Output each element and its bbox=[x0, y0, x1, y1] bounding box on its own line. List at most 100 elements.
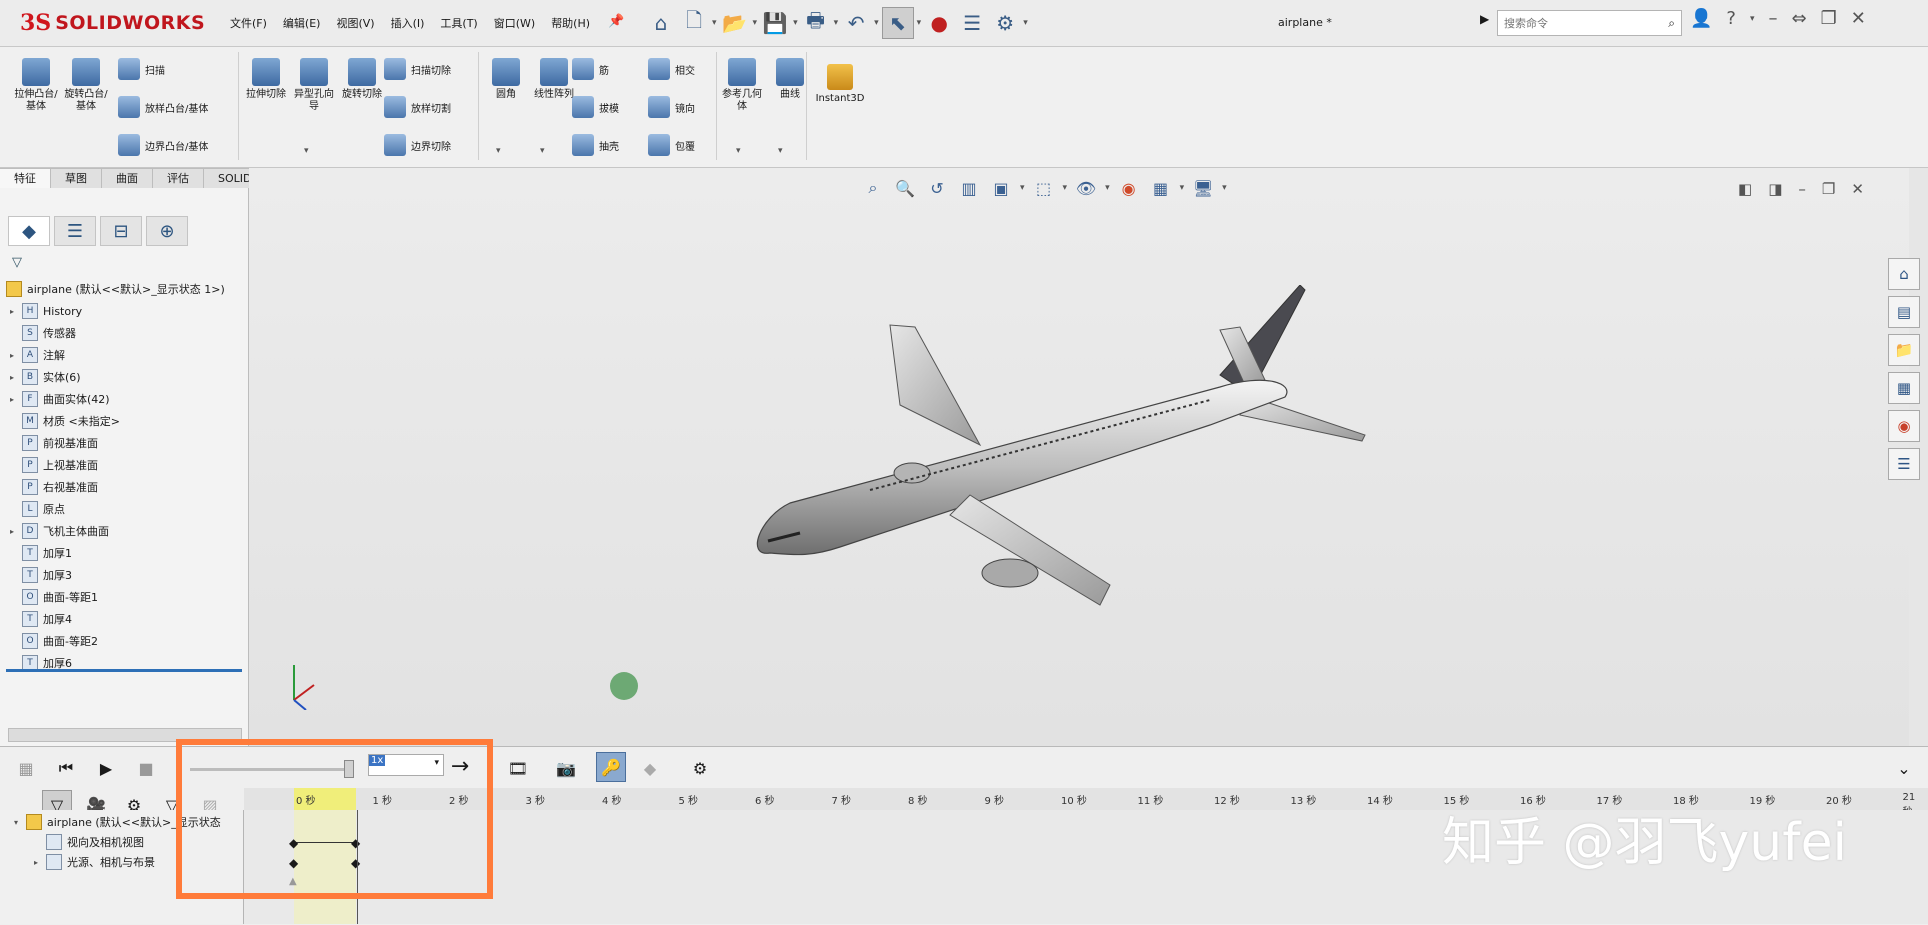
tree-item[interactable]: P上视基准面 bbox=[10, 455, 98, 475]
view-settings-icon[interactable]: 🖥 bbox=[1190, 176, 1216, 200]
chevron-down-icon[interactable]: ▾ bbox=[834, 18, 839, 28]
fillet-button[interactable]: 圆角 bbox=[482, 58, 530, 101]
edit-appearance-icon[interactable]: ◉ bbox=[1116, 176, 1142, 200]
loft-cut-button[interactable]: 放样切割 bbox=[384, 94, 451, 120]
tree-item[interactable]: P前视基准面 bbox=[10, 433, 98, 453]
expand-arrow-icon[interactable]: ▾ bbox=[14, 818, 26, 827]
sweep-cut-button[interactable]: 扫描切除 bbox=[384, 56, 451, 82]
tree-item[interactable]: ▸B实体(6) bbox=[10, 367, 81, 387]
chevron-down-icon[interactable]: ▾ bbox=[1750, 14, 1755, 24]
close-icon[interactable]: ✕ bbox=[1851, 8, 1866, 29]
file-properties-icon[interactable]: ☰ bbox=[957, 8, 987, 38]
tree-item[interactable]: ▸F曲面实体(42) bbox=[10, 389, 110, 409]
property-manager-tab-icon[interactable]: ☰ bbox=[54, 216, 96, 246]
tree-item[interactable]: T加厚1 bbox=[10, 543, 72, 563]
hole-wizard-button[interactable]: 异型孔向导 bbox=[290, 58, 338, 113]
motion-settings-gear-icon[interactable]: ⚙ bbox=[686, 754, 714, 782]
motion-tree-item[interactable]: ▸ 光源、相机与布景 bbox=[34, 852, 155, 872]
restore-viewport-icon[interactable]: ❐ bbox=[1822, 180, 1835, 198]
minimize-icon[interactable]: – bbox=[1769, 8, 1778, 29]
menu-view[interactable]: 视图(V) bbox=[336, 15, 374, 31]
undo-icon[interactable]: ↶ bbox=[841, 8, 871, 38]
zoom-to-fit-icon[interactable]: ⌕ bbox=[860, 176, 886, 200]
tree-item[interactable]: S传感器 bbox=[10, 323, 76, 343]
stop-icon[interactable]: ■ bbox=[132, 754, 160, 782]
previous-view-icon[interactable]: ↺ bbox=[924, 176, 950, 200]
tree-item[interactable]: P右视基准面 bbox=[10, 477, 98, 497]
appearances-icon[interactable]: ◉ bbox=[1888, 410, 1920, 442]
dynamic-annotation-icon[interactable]: ▣ bbox=[988, 176, 1014, 200]
menu-insert[interactable]: 插入(I) bbox=[391, 15, 425, 31]
add-key-icon[interactable]: ◆ bbox=[636, 754, 664, 782]
filter-icon[interactable]: ▽ bbox=[12, 255, 22, 270]
chevron-down-icon[interactable]: ▾ bbox=[1222, 183, 1227, 193]
autokey-icon[interactable]: 🔑 bbox=[596, 752, 626, 782]
restore-icon[interactable]: ❐ bbox=[1821, 8, 1837, 29]
menu-window[interactable]: 窗口(W) bbox=[494, 15, 535, 31]
tree-item[interactable]: T加厚4 bbox=[10, 609, 72, 629]
expand-arrow-icon[interactable]: ▸ bbox=[10, 395, 22, 404]
chevron-down-icon[interactable]: ▾ bbox=[1180, 183, 1185, 193]
extrude-cut-button[interactable]: 拉伸切除 bbox=[242, 58, 290, 113]
sweep-button[interactable]: 扫描 bbox=[118, 56, 208, 82]
section-view-icon[interactable]: ▥ bbox=[956, 176, 982, 200]
view-orientation-icon[interactable]: ⬚ bbox=[1031, 176, 1057, 200]
chevron-down-icon[interactable]: ▾ bbox=[778, 146, 783, 156]
menu-edit[interactable]: 编辑(E) bbox=[283, 15, 321, 31]
calculate-icon[interactable]: ▦ bbox=[12, 754, 40, 782]
custom-properties-icon[interactable]: ☰ bbox=[1888, 448, 1920, 480]
menu-file[interactable]: 文件(F) bbox=[230, 15, 267, 31]
search-command-box[interactable]: ⌕ bbox=[1497, 10, 1682, 36]
chevron-down-icon[interactable]: ▾ bbox=[736, 146, 741, 156]
help-icon[interactable]: ? bbox=[1726, 8, 1736, 29]
search-input[interactable] bbox=[1502, 16, 1656, 31]
expand-arrow-icon[interactable]: ▸ bbox=[10, 373, 22, 382]
linear-pattern-button[interactable]: 线性阵列 bbox=[530, 58, 578, 101]
play-from-start-icon[interactable]: ⏮ bbox=[52, 754, 80, 782]
tree-item[interactable]: ▸A注解 bbox=[10, 345, 65, 365]
chevron-down-icon[interactable]: ▾ bbox=[496, 146, 501, 156]
revolve-boss-button[interactable]: 旋转凸台/基体 bbox=[62, 58, 110, 113]
boundary-boss-button[interactable]: 边界凸台/基体 bbox=[118, 132, 208, 158]
pin-icon[interactable]: 📌 bbox=[608, 14, 624, 29]
extrude-boss-button[interactable]: 拉伸凸台/基体 bbox=[12, 58, 60, 113]
solidworks-resources-icon[interactable]: ⌂ bbox=[1888, 258, 1920, 290]
menu-help[interactable]: 帮助(H) bbox=[551, 15, 590, 31]
collapse-panel-icon[interactable]: ⌄ bbox=[1890, 754, 1918, 782]
tree-item[interactable]: ▸D飞机主体曲面 bbox=[10, 521, 109, 541]
instant3d-button[interactable]: Instant3D bbox=[812, 64, 868, 104]
gear-icon[interactable]: ⚙ bbox=[990, 8, 1020, 38]
expand-arrow-icon[interactable]: ▸ bbox=[34, 858, 46, 867]
file-explorer-icon[interactable]: 📁 bbox=[1888, 334, 1920, 366]
tree-item[interactable]: O曲面-等距2 bbox=[10, 631, 98, 651]
tile-right-icon[interactable]: ◨ bbox=[1768, 180, 1782, 198]
rebuild-icon[interactable]: ● bbox=[924, 8, 954, 38]
configuration-manager-tab-icon[interactable]: ⊟ bbox=[100, 216, 142, 246]
tab-sketch[interactable]: 草图 bbox=[51, 168, 102, 190]
wrap-button[interactable]: 包覆 bbox=[648, 132, 695, 158]
expand-arrow-icon[interactable]: ▸ bbox=[10, 307, 22, 316]
save-icon[interactable]: 💾 bbox=[760, 8, 790, 38]
chevron-down-icon[interactable]: ▾ bbox=[1020, 183, 1025, 193]
menu-tools[interactable]: 工具(T) bbox=[440, 15, 477, 31]
tree-root[interactable]: airplane (默认<<默认>_显示状态 1>) bbox=[6, 279, 225, 299]
zoom-to-area-icon[interactable]: 🔍 bbox=[892, 176, 918, 200]
tab-surfaces[interactable]: 曲面 bbox=[102, 168, 153, 190]
select-icon[interactable]: ⬉ bbox=[882, 7, 914, 39]
tile-left-icon[interactable]: ◧ bbox=[1738, 180, 1752, 198]
resize-icon[interactable]: ⇔ bbox=[1792, 8, 1807, 29]
loft-boss-button[interactable]: 放样凸台/基体 bbox=[118, 94, 208, 120]
chevron-down-icon[interactable]: ▾ bbox=[1105, 183, 1110, 193]
design-library-icon[interactable]: ▤ bbox=[1888, 296, 1920, 328]
tree-item[interactable]: M材质 <未指定> bbox=[10, 411, 120, 431]
chevron-down-icon[interactable]: ▾ bbox=[1023, 18, 1028, 28]
tab-features[interactable]: 特征 bbox=[0, 168, 51, 190]
open-icon[interactable]: 📂 bbox=[720, 8, 750, 38]
expand-arrow-icon[interactable]: ▸ bbox=[10, 527, 22, 536]
search-icon[interactable]: ⌕ bbox=[1668, 16, 1675, 31]
rib-button[interactable]: 筋 bbox=[572, 56, 619, 82]
tree-item[interactable]: T加厚3 bbox=[10, 565, 72, 585]
airplane-model[interactable] bbox=[740, 285, 1380, 625]
minimize-viewport-icon[interactable]: – bbox=[1798, 180, 1806, 198]
rollback-bar[interactable] bbox=[6, 669, 242, 672]
